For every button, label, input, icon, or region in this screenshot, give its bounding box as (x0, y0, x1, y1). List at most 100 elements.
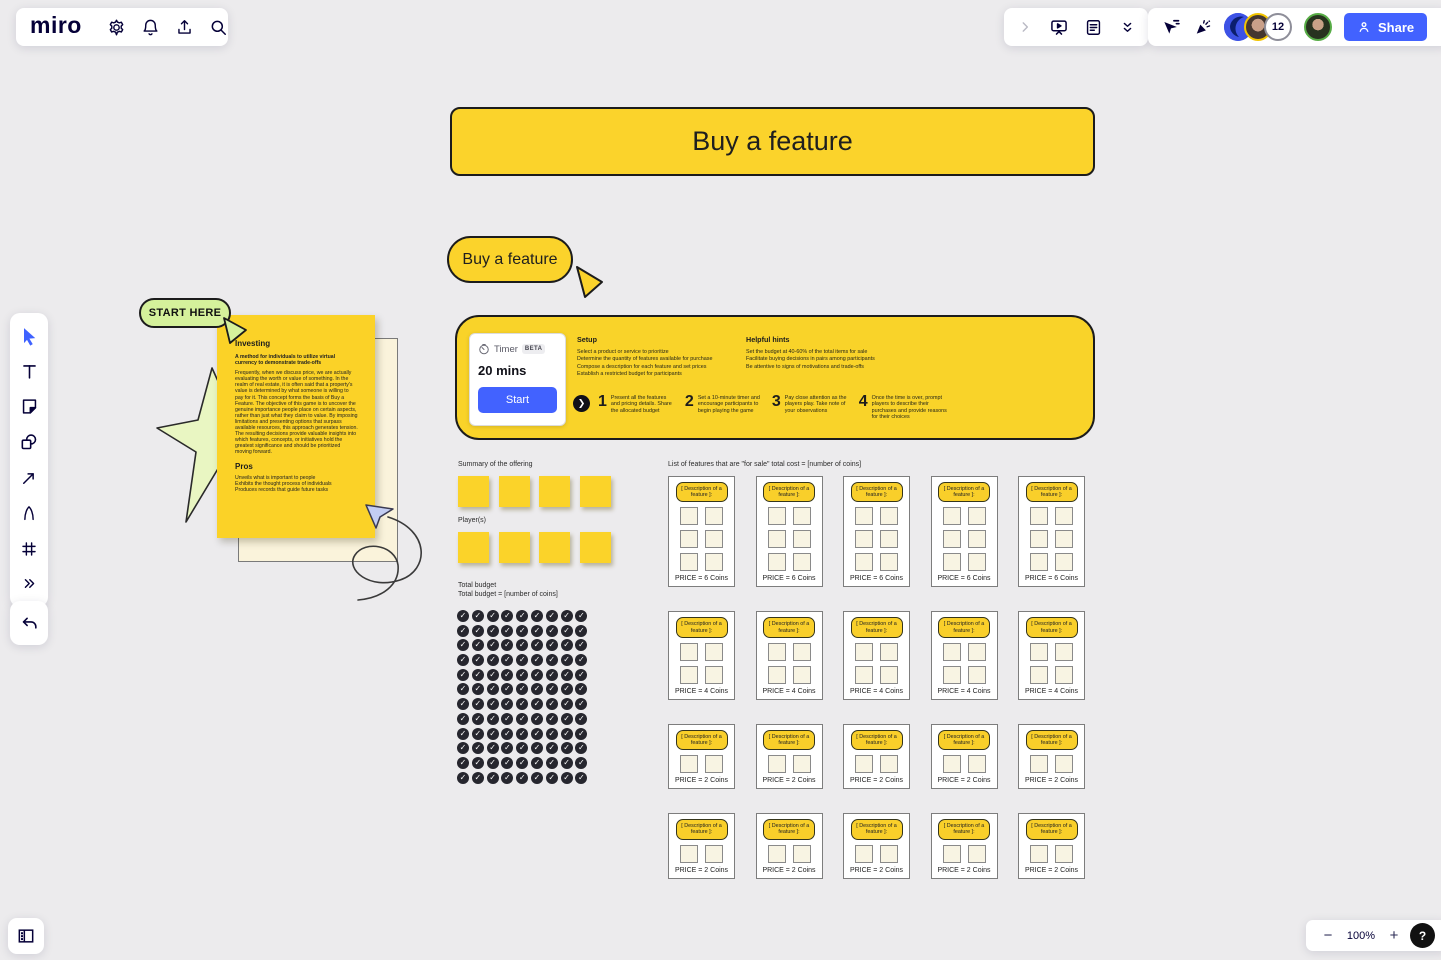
feature-card[interactable]: [ Description of a feature ]:PRICE = 6 C… (1018, 476, 1085, 587)
coin-slot[interactable] (943, 553, 961, 571)
feature-card[interactable]: [ Description of a feature ]:PRICE = 2 C… (668, 724, 735, 789)
coin-icon[interactable]: ✓ (457, 610, 469, 622)
coin-icon[interactable]: ✓ (546, 683, 558, 695)
coin-icon[interactable]: ✓ (472, 625, 484, 637)
coin-icon[interactable]: ✓ (501, 742, 513, 754)
start-here-pill[interactable]: START HERE (139, 298, 231, 328)
help-button[interactable]: ? (1410, 923, 1435, 948)
coin-icon[interactable]: ✓ (575, 683, 587, 695)
coin-icon[interactable]: ✓ (561, 683, 573, 695)
feature-description-label[interactable]: [ Description of a feature ]: (938, 617, 990, 637)
reactions-icon[interactable] (1188, 12, 1218, 42)
coin-slot[interactable] (968, 755, 986, 773)
coin-icon[interactable]: ✓ (561, 728, 573, 740)
shapes-icon[interactable] (14, 427, 44, 457)
coin-icon[interactable]: ✓ (487, 625, 499, 637)
coin-slot[interactable] (1030, 530, 1048, 548)
coin-icon[interactable]: ✓ (531, 728, 543, 740)
coin-icon[interactable]: ✓ (457, 669, 469, 681)
coin-icon[interactable]: ✓ (472, 610, 484, 622)
coin-icon[interactable]: ✓ (516, 728, 528, 740)
notes-icon[interactable] (1078, 12, 1108, 42)
coin-icon[interactable]: ✓ (575, 713, 587, 725)
coin-slot[interactable] (793, 643, 811, 661)
feature-card[interactable]: [ Description of a feature ]:PRICE = 4 C… (931, 611, 998, 699)
coin-icon[interactable]: ✓ (575, 610, 587, 622)
feature-description-label[interactable]: [ Description of a feature ]: (1026, 482, 1078, 502)
coin-icon[interactable]: ✓ (501, 669, 513, 681)
sticky-note[interactable] (499, 532, 530, 563)
coin-icon[interactable]: ✓ (516, 772, 528, 784)
feature-card[interactable]: [ Description of a feature ]:PRICE = 2 C… (1018, 724, 1085, 789)
coin-slot[interactable] (705, 507, 723, 525)
coin-slot[interactable] (943, 643, 961, 661)
coin-icon[interactable]: ✓ (531, 669, 543, 681)
coin-icon[interactable]: ✓ (487, 713, 499, 725)
sticky-note[interactable] (539, 532, 570, 563)
coin-icon[interactable]: ✓ (561, 654, 573, 666)
coin-icon[interactable]: ✓ (501, 757, 513, 769)
present-icon[interactable] (1044, 12, 1074, 42)
coin-icon[interactable]: ✓ (472, 639, 484, 651)
coin-slot[interactable] (793, 507, 811, 525)
coin-slot[interactable] (705, 666, 723, 684)
coin-icon[interactable]: ✓ (546, 639, 558, 651)
feature-description-label[interactable]: [ Description of a feature ]: (851, 617, 903, 637)
coin-icon[interactable]: ✓ (575, 698, 587, 710)
connector-icon[interactable] (14, 463, 44, 493)
feature-description-label[interactable]: [ Description of a feature ]: (851, 730, 903, 750)
coin-icon[interactable]: ✓ (457, 757, 469, 769)
coin-icon[interactable]: ✓ (516, 683, 528, 695)
coin-icon[interactable]: ✓ (546, 772, 558, 784)
coin-icon[interactable]: ✓ (546, 669, 558, 681)
coin-icon[interactable]: ✓ (457, 772, 469, 784)
coin-icon[interactable]: ✓ (531, 713, 543, 725)
coin-slot[interactable] (680, 530, 698, 548)
coin-slot[interactable] (705, 553, 723, 571)
sticky-note[interactable] (580, 532, 611, 563)
coin-icon[interactable]: ✓ (472, 698, 484, 710)
feature-card[interactable]: [ Description of a feature ]:PRICE = 6 C… (756, 476, 823, 587)
feature-card[interactable]: [ Description of a feature ]:PRICE = 6 C… (931, 476, 998, 587)
select-cursor-icon[interactable] (1156, 12, 1186, 42)
coin-icon[interactable]: ✓ (575, 742, 587, 754)
coin-icon[interactable]: ✓ (516, 669, 528, 681)
feature-description-label[interactable]: [ Description of a feature ]: (676, 730, 728, 750)
feature-card[interactable]: [ Description of a feature ]:PRICE = 6 C… (668, 476, 735, 587)
coin-icon[interactable]: ✓ (531, 683, 543, 695)
coin-slot[interactable] (968, 845, 986, 863)
coin-slot[interactable] (680, 553, 698, 571)
feature-description-label[interactable]: [ Description of a feature ]: (938, 730, 990, 750)
coin-slot[interactable] (1055, 845, 1073, 863)
coin-slot[interactable] (943, 530, 961, 548)
coin-slot[interactable] (855, 755, 873, 773)
feature-description-label[interactable]: [ Description of a feature ]: (851, 482, 903, 502)
coin-icon[interactable]: ✓ (487, 772, 499, 784)
coin-icon[interactable]: ✓ (546, 654, 558, 666)
coin-slot[interactable] (680, 507, 698, 525)
coin-slot[interactable] (1030, 507, 1048, 525)
coin-icon[interactable]: ✓ (487, 683, 499, 695)
coin-icon[interactable]: ✓ (546, 728, 558, 740)
settings-icon[interactable] (102, 12, 132, 42)
coin-slot[interactable] (793, 755, 811, 773)
coin-icon[interactable]: ✓ (472, 728, 484, 740)
coin-slot[interactable] (793, 666, 811, 684)
coin-icon[interactable]: ✓ (561, 698, 573, 710)
coin-icon[interactable]: ✓ (531, 625, 543, 637)
sticky-note-icon[interactable] (14, 392, 44, 422)
coin-icon[interactable]: ✓ (472, 757, 484, 769)
coin-slot[interactable] (880, 755, 898, 773)
coin-icon[interactable]: ✓ (546, 610, 558, 622)
feature-card[interactable]: [ Description of a feature ]:PRICE = 2 C… (931, 724, 998, 789)
notifications-icon[interactable] (136, 12, 166, 42)
coin-slot[interactable] (705, 530, 723, 548)
coin-icon[interactable]: ✓ (501, 698, 513, 710)
coin-slot[interactable] (768, 845, 786, 863)
feature-description-label[interactable]: [ Description of a feature ]: (763, 482, 815, 502)
coin-icon[interactable]: ✓ (546, 742, 558, 754)
coin-icon[interactable]: ✓ (501, 625, 513, 637)
coin-slot[interactable] (943, 507, 961, 525)
coin-icon[interactable]: ✓ (516, 742, 528, 754)
coin-icon[interactable]: ✓ (575, 728, 587, 740)
